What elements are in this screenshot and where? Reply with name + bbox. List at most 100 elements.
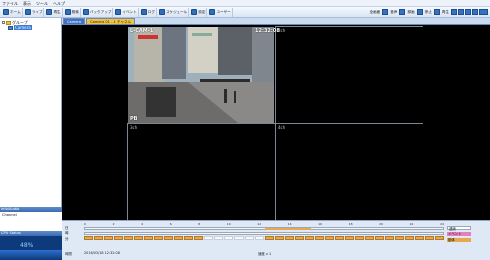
timeline-minute-track[interactable] [84,236,445,240]
record-block [114,236,124,240]
tick-label: 16 [318,222,323,226]
expand-icon[interactable] [2,21,5,24]
setup-icon [191,9,198,15]
record-block [144,236,154,240]
tab-camera-channel[interactable]: Camera 01 - 1 チャネル [86,18,136,24]
record-block [124,236,134,240]
audio-label[interactable]: 音声 [390,10,397,15]
record-block [405,236,415,240]
toolbar-user-button[interactable]: ユーザー [208,7,233,17]
search-icon [64,9,71,15]
camera-name-overlay: L-CAM-1 [130,28,154,34]
tab-camera[interactable]: Camera [63,18,86,24]
record-label[interactable]: 録画 [407,10,414,15]
toolbar: ホーム ライブ 再生 検索 バックアップ イベント ログ スケジュール 設定 ユ… [0,7,490,18]
playback-icon [46,9,53,15]
menu-file[interactable]: ファイル [2,1,18,6]
record-block [94,236,104,240]
record-block [174,236,184,240]
record-block [435,236,445,240]
record-block [394,236,404,240]
speed-label: 速度 x 1 [258,252,272,256]
playback-mode-overlay: PB [130,116,138,122]
record-block [425,236,435,240]
record-block [415,236,425,240]
grid-1-icon[interactable] [451,9,457,15]
record-block [334,236,344,240]
empty-block [244,236,254,240]
stop-label[interactable]: 停止 [425,10,432,15]
record-block [104,236,114,240]
record-block [184,236,194,240]
tick-label: 22 [409,222,414,226]
record-block [164,236,174,240]
record-block [84,236,94,240]
record-block [284,236,294,240]
empty-block [224,236,234,240]
record-block [154,236,164,240]
video-cell-3[interactable]: 3ch [127,123,275,220]
toolbar-backup-button[interactable]: バックアップ [82,7,114,17]
tick-label: 24 [440,222,444,226]
toolbar-live-button[interactable]: ライブ [24,7,45,17]
empty-block [214,236,224,240]
toolbar-right-icons: 全画面 音声 録画 停止 再生 [368,9,490,15]
record-block [294,236,304,240]
record-block [354,236,364,240]
empty-block [204,236,214,240]
record-block [194,236,204,240]
toolbar-search-button[interactable]: 検索 [64,7,81,17]
tick-label: 18 [348,222,353,226]
cell-4-label: 4ch [278,125,286,130]
audio-icon[interactable] [382,9,389,15]
legend-motion: 動体 [447,238,471,242]
tick-label: 10 [226,222,231,226]
grid-16-icon[interactable] [472,9,478,15]
camera-feed[interactable] [128,27,274,123]
time-label: 時間 [65,252,72,256]
grid-custom-icon[interactable] [479,9,488,15]
stop-icon[interactable] [416,9,423,15]
record-block [304,236,314,240]
tick-label: 4 [141,222,144,226]
toolbar-event-button[interactable]: イベント [114,7,139,17]
record-block [344,236,354,240]
toolbar-log-button[interactable]: ログ [140,7,157,17]
info-value: Channel [2,213,17,217]
device-tree: グループ Camera [0,18,61,32]
toolbar-schedule-button[interactable]: スケジュール [158,7,190,17]
menu-help[interactable]: ヘルプ [53,1,65,6]
tick-label: 6 [169,222,172,226]
video-cell-2[interactable]: 2ch [275,26,423,123]
video-cell-4[interactable]: 4ch [275,123,423,220]
grid-4-icon[interactable] [458,9,464,15]
tree-camera-label: Camera [14,25,32,30]
play-label[interactable]: 再生 [442,10,449,15]
record-block [274,236,284,240]
tick-label: 8 [198,222,201,226]
record-block [134,236,144,240]
play-icon[interactable] [433,9,440,15]
street-scene [128,27,274,123]
row-label-minute: 分 [65,237,69,241]
toolbar-playback-button[interactable]: 再生 [45,7,63,17]
day-record-segment [265,228,311,230]
empty-block [254,236,264,240]
toolbar-home-button[interactable]: ホーム [2,7,23,17]
menu-tools[interactable]: ツール [36,1,48,6]
toolbar-setup-button[interactable]: 設定 [190,7,208,17]
cpu-graph: 48% [0,236,62,260]
user-icon [209,9,216,15]
record-icon[interactable] [399,9,406,15]
camera-icon [8,25,13,30]
tree-camera[interactable]: Camera [2,25,59,30]
grid-9-icon[interactable] [465,9,471,15]
timeline-hour-track[interactable] [84,232,444,235]
fullscreen-label[interactable]: 全画面 [369,10,380,15]
cpu-graph-fill [0,250,62,260]
record-block [314,236,324,240]
timeline-day-track[interactable] [84,227,444,230]
menu-view[interactable]: 表示 [23,1,31,6]
timeline-panel [62,220,490,260]
event-icon [115,9,122,15]
